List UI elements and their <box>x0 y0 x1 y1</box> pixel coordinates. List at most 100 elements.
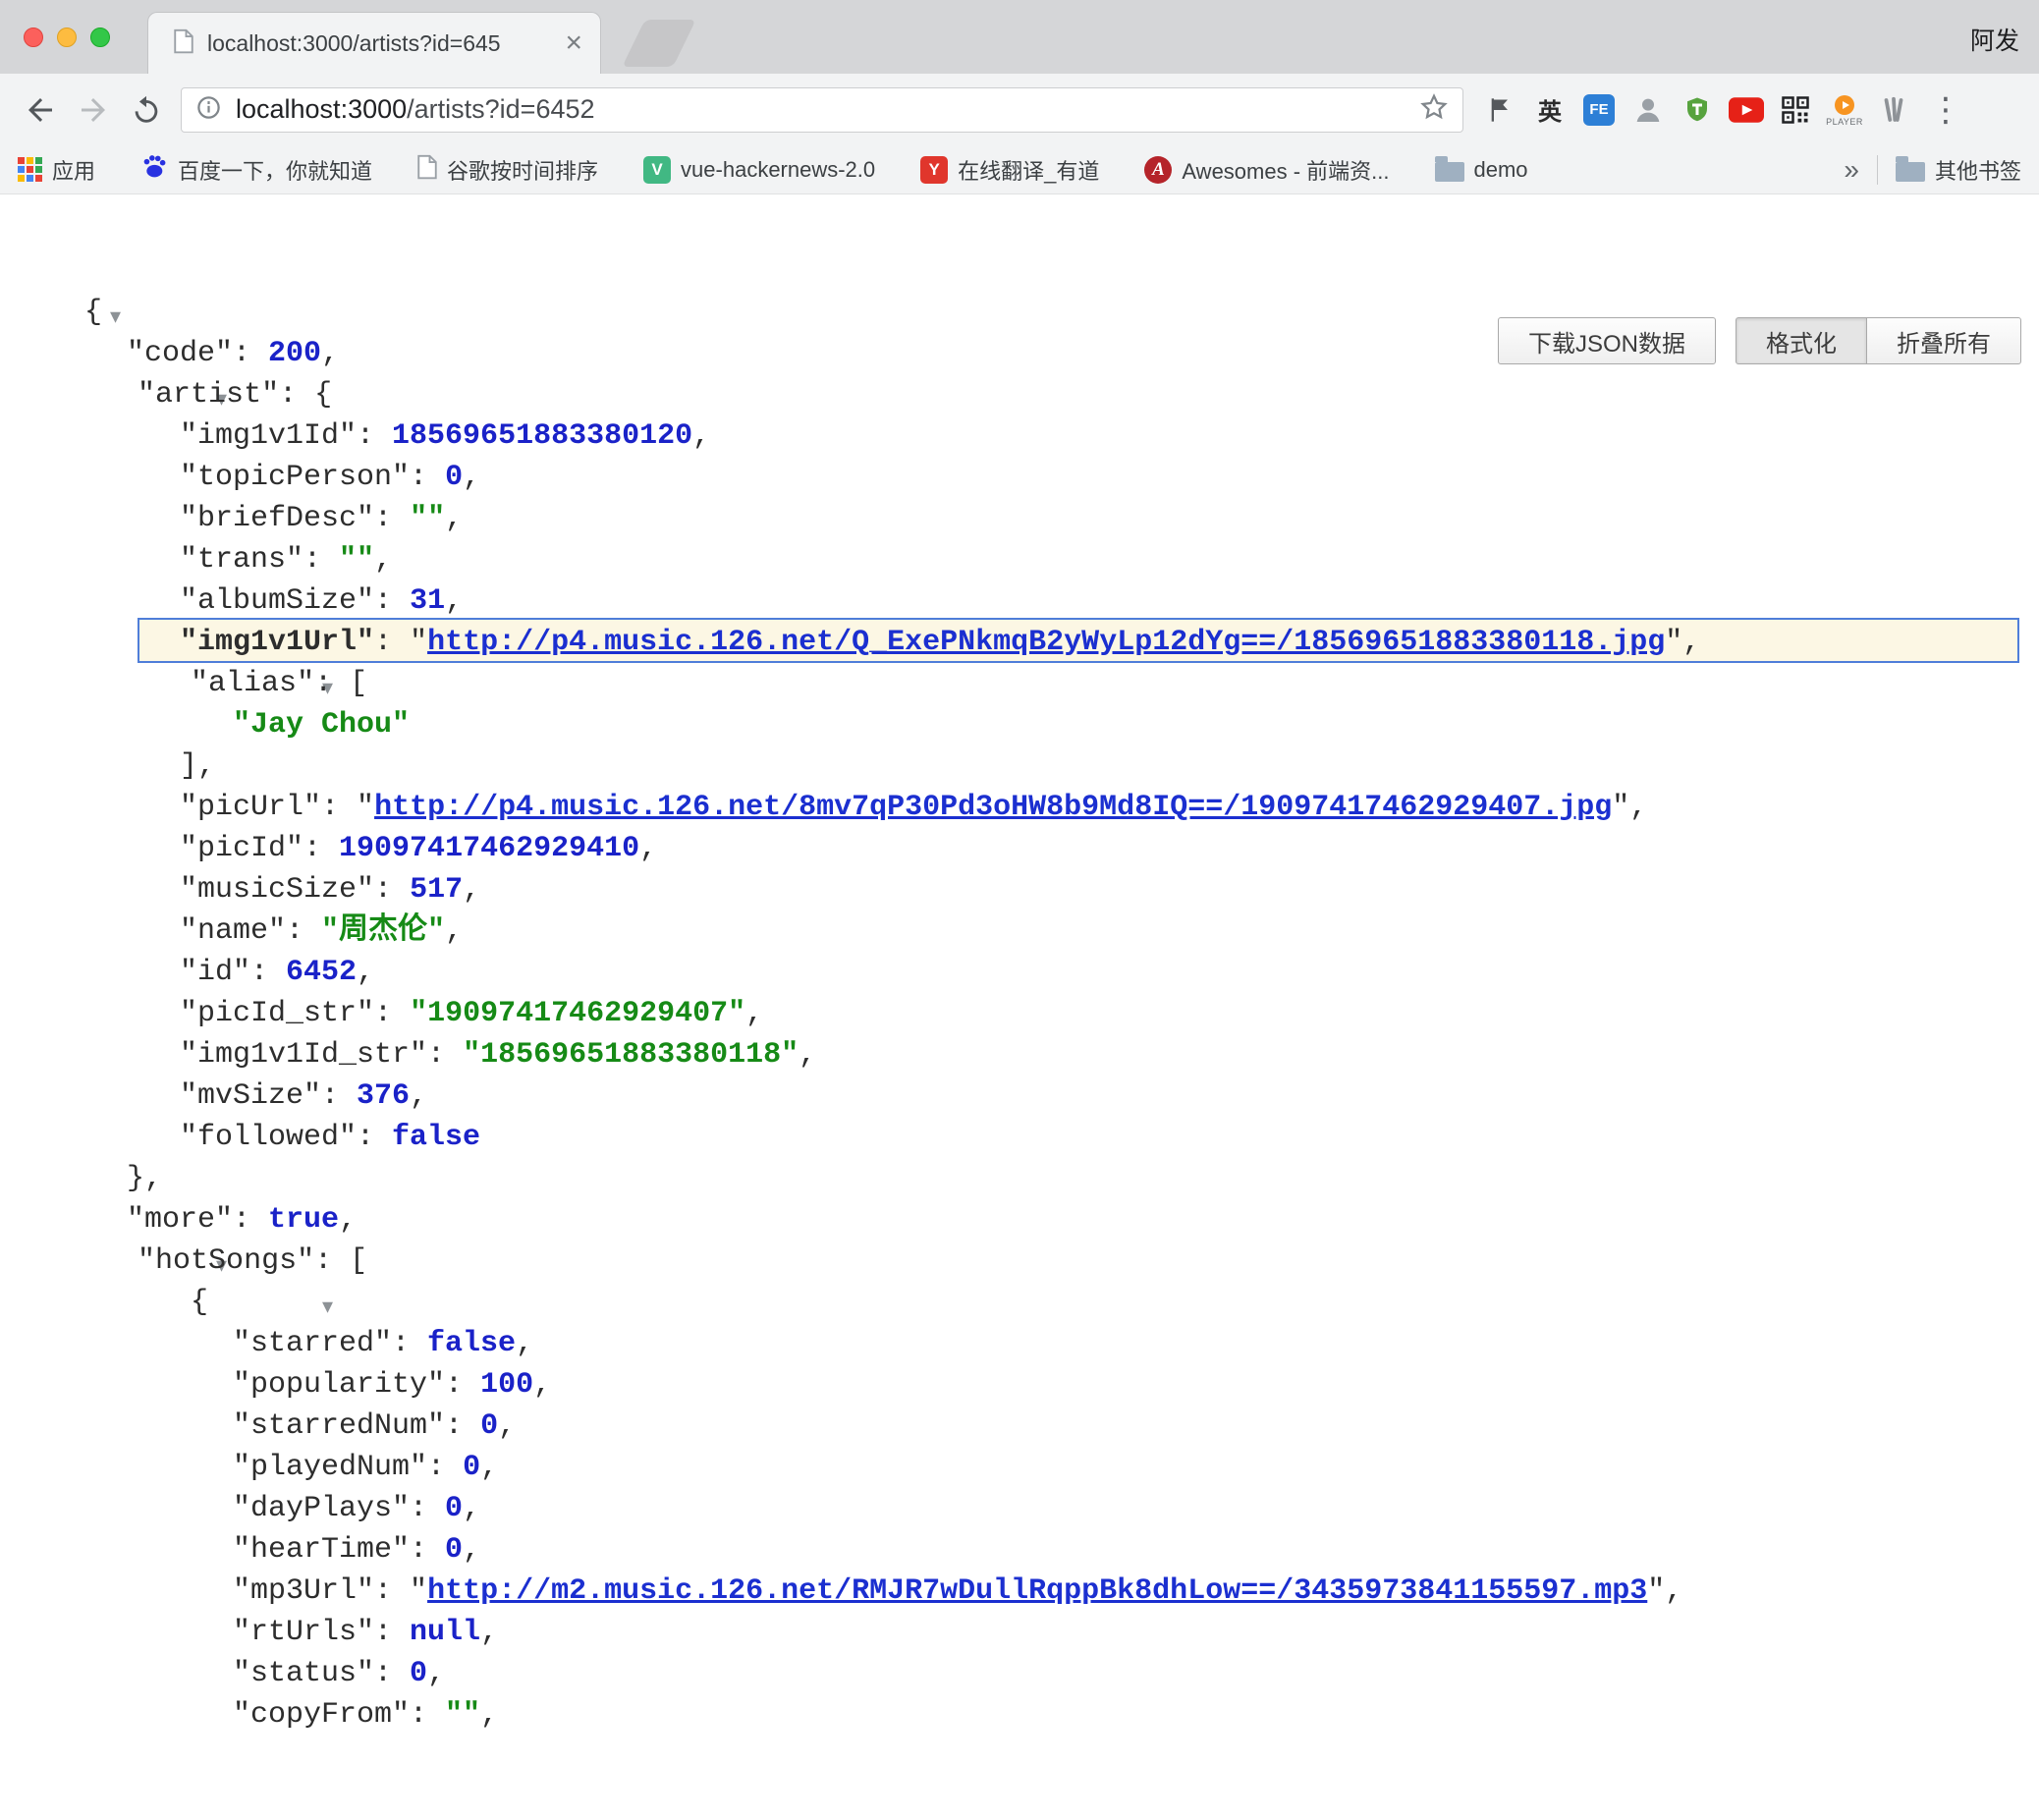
folder-icon <box>1435 162 1464 182</box>
json-url-link[interactable]: http://p4.music.126.net/Q_ExePNkmqB2yWyL… <box>427 626 1665 659</box>
json-punct: ", <box>1647 1574 1682 1608</box>
json-line: "name": "周杰伦", <box>0 910 2039 952</box>
reload-button[interactable] <box>120 83 173 137</box>
profile-name[interactable]: 阿发 <box>1970 22 2019 57</box>
json-key: "hearTime" <box>233 1533 410 1567</box>
json-key: "topicPerson" <box>180 461 410 494</box>
address-bar[interactable]: localhost:3000/artists?id=6452 <box>181 87 1463 133</box>
json-punct: { <box>191 1286 208 1319</box>
json-punct: : <box>427 1451 463 1484</box>
json-punct: { <box>84 296 102 329</box>
json-line: ▾"alias": [ <box>0 663 2039 704</box>
new-tab-button[interactable] <box>622 20 695 67</box>
other-bookmarks-folder[interactable]: 其他书签 <box>1896 154 2021 186</box>
json-punct: : <box>286 914 321 948</box>
json-key: "briefDesc" <box>180 502 374 535</box>
json-line: "albumSize": 31, <box>0 580 2039 622</box>
bookmark-apps[interactable]: 应用 <box>18 154 95 186</box>
json-punct: , <box>357 956 374 989</box>
json-key: "img1v1Id_str" <box>180 1038 427 1072</box>
url-host: localhost:3000 <box>236 94 407 124</box>
json-punct: , <box>639 832 657 865</box>
json-line: "topicPerson": 0, <box>0 457 2039 498</box>
json-key: "more" <box>127 1203 233 1237</box>
tab-close-icon[interactable]: × <box>565 28 582 58</box>
json-punct: : <box>303 543 339 577</box>
json-punct: : <box>374 626 410 659</box>
browser-menu-icon[interactable]: ⋮ <box>1921 90 1970 130</box>
close-window-button[interactable] <box>24 28 43 47</box>
json-punct: : <box>233 1203 268 1237</box>
extension-player-icon[interactable]: PLAYER <box>1823 86 1866 134</box>
json-num: 0 <box>445 1533 463 1567</box>
json-url-link[interactable]: http://p4.music.126.net/8mv7qP30Pd3oHW8b… <box>374 791 1612 824</box>
json-line: "mp3Url": "http://m2.music.126.net/RMJR7… <box>0 1571 2039 1612</box>
browser-tab[interactable]: localhost:3000/artists?id=645 × <box>147 12 601 74</box>
json-url-link[interactable]: http://m2.music.126.net/RMJR7wDullRqppBk… <box>427 1574 1647 1608</box>
json-line: "copyFrom": "", <box>0 1694 2039 1736</box>
json-punct: : <box>374 1616 410 1649</box>
json-key: "name" <box>180 914 286 948</box>
extension-youtube-icon[interactable] <box>1725 86 1768 134</box>
bookmarks-overflow-icon[interactable]: » <box>1844 154 1859 186</box>
collapse-toggle-icon[interactable]: ▾ <box>322 1295 333 1319</box>
extension-shield-icon[interactable] <box>1676 86 1719 134</box>
page-info-icon[interactable] <box>195 94 222 126</box>
extension-fehelper-icon[interactable]: FE <box>1577 86 1621 134</box>
bookmark-vue-hackernews[interactable]: V vue-hackernews-2.0 <box>643 156 875 184</box>
bookmark-youdao[interactable]: Y 在线翻译_有道 <box>920 154 1099 186</box>
json-str: "" <box>410 502 445 535</box>
json-punct: , <box>374 543 392 577</box>
json-key: "dayPlays" <box>233 1492 410 1525</box>
extension-flag-icon[interactable] <box>1479 86 1522 134</box>
url-text[interactable]: localhost:3000/artists?id=6452 <box>236 94 1419 125</box>
back-button[interactable] <box>14 83 67 137</box>
json-key: "id" <box>180 956 250 989</box>
browser-window: localhost:3000/artists?id=645 × 阿发 local… <box>0 0 2039 1723</box>
json-punct: : <box>321 1079 357 1113</box>
json-punct: : <box>410 1533 445 1567</box>
json-line: "starred": false, <box>0 1323 2039 1364</box>
json-punct: , <box>516 1327 533 1360</box>
minimize-window-button[interactable] <box>57 28 77 47</box>
json-key: "alias" <box>191 667 314 700</box>
json-key: "popularity" <box>233 1368 445 1402</box>
extension-paw-icon[interactable] <box>1872 86 1915 134</box>
json-num: 0 <box>445 461 463 494</box>
json-line: "img1v1Id": 18569651883380120, <box>0 415 2039 457</box>
vue-icon: V <box>643 156 671 184</box>
zoom-window-button[interactable] <box>90 28 110 47</box>
json-line: "picUrl": "http://p4.music.126.net/8mv7q… <box>0 787 2039 828</box>
json-key: "rtUrls" <box>233 1616 374 1649</box>
json-line: "rtUrls": null, <box>0 1612 2039 1653</box>
extension-translate-icon[interactable]: 英 <box>1528 86 1571 134</box>
extension-qrcode-icon[interactable] <box>1774 86 1817 134</box>
bookmark-star-icon[interactable] <box>1419 92 1449 127</box>
json-num: 0 <box>463 1451 480 1484</box>
tab-favicon-icon <box>174 28 193 59</box>
json-punct: : <box>445 1368 480 1402</box>
collapse-toggle-icon[interactable]: ▾ <box>110 304 121 329</box>
bookmark-demo-folder[interactable]: demo <box>1435 157 1528 183</box>
json-line: "id": 6452, <box>0 952 2039 993</box>
json-line: "img1v1Url": "http://p4.music.126.net/Q_… <box>0 622 2039 663</box>
bookmark-google-sort[interactable]: 谷歌按时间排序 <box>417 154 598 186</box>
json-line: ▾"hotSongs": [ <box>0 1241 2039 1282</box>
json-str: "19097417462929407" <box>410 997 745 1030</box>
browser-toolbar: localhost:3000/artists?id=6452 英 FE <box>0 74 2039 145</box>
forward-button[interactable] <box>67 83 120 137</box>
bookmark-baidu[interactable]: 百度一下，你就知道 <box>140 153 372 187</box>
json-punct: : [ <box>314 667 367 700</box>
extension-avatar-icon[interactable] <box>1626 86 1670 134</box>
json-punct: : { <box>279 378 332 412</box>
bookmark-awesomes[interactable]: A Awesomes - 前端资... <box>1144 154 1389 186</box>
json-line: "hearTime": 0, <box>0 1529 2039 1571</box>
json-punct: ], <box>180 749 215 783</box>
json-key: "trans" <box>180 543 303 577</box>
json-punct: , <box>445 914 463 948</box>
json-num: 376 <box>357 1079 410 1113</box>
json-punct: ", <box>1612 791 1647 824</box>
json-punct: : <box>410 1492 445 1525</box>
json-punct: : <box>357 419 392 453</box>
json-line: ▾{ <box>0 1282 2039 1323</box>
